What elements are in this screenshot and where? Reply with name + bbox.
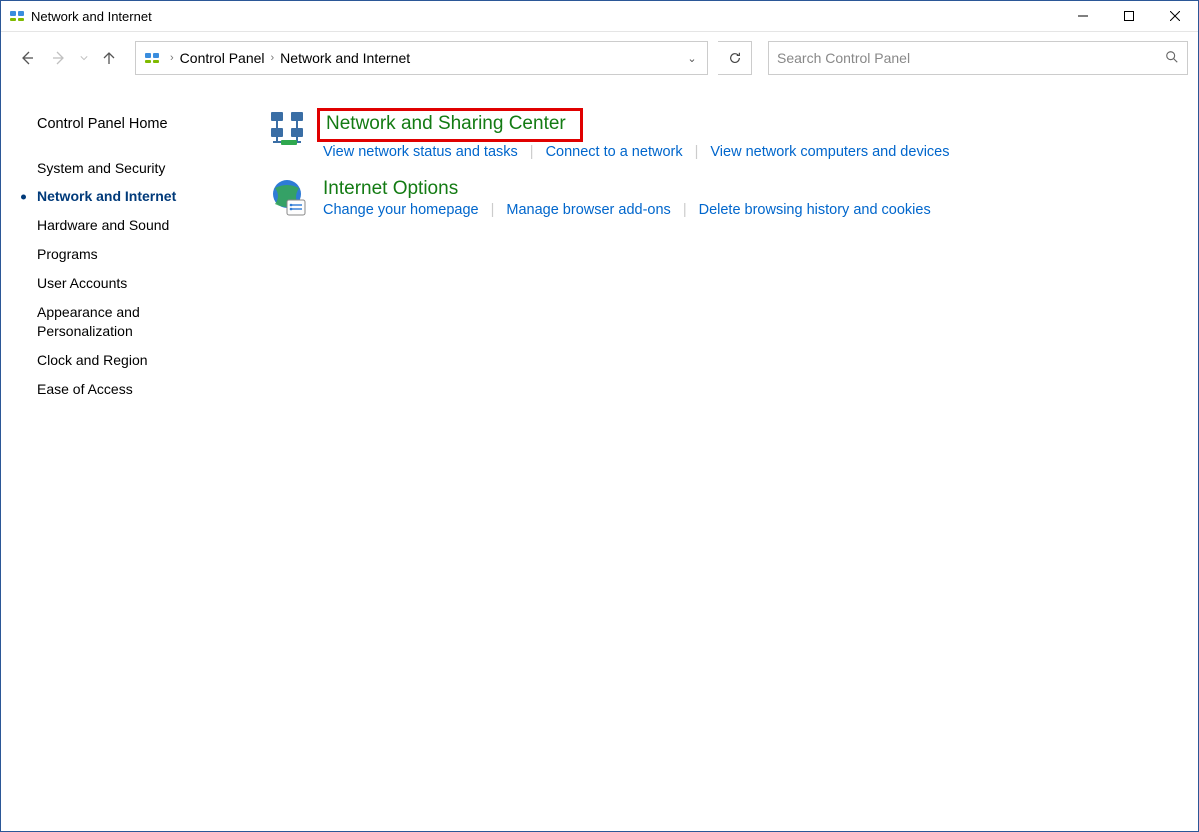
category-tasks: Change your homepage | Manage browser ad… — [323, 202, 1178, 218]
category-body: Internet Options Change your homepage | … — [323, 178, 1178, 218]
category-title-internet-options[interactable]: Internet Options — [323, 178, 458, 200]
control-panel-icon — [144, 50, 160, 66]
window-controls — [1060, 1, 1198, 32]
task-separator: | — [695, 144, 699, 160]
sidebar-item-label: Ease of Access — [37, 380, 133, 399]
sidebar-item-clock-region[interactable]: Clock and Region — [1, 346, 249, 375]
sidebar-item-label: Programs — [37, 245, 98, 264]
control-panel-icon — [9, 8, 25, 24]
sidebar-item-label: System and Security — [37, 159, 165, 178]
sidebar-item-hardware-sound[interactable]: Hardware and Sound — [1, 211, 249, 240]
chevron-right-icon: › — [271, 52, 275, 64]
content-pane: Network and Sharing Center View network … — [249, 84, 1198, 831]
sidebar-item-appearance[interactable]: Appearance and Personalization — [1, 298, 249, 346]
task-link[interactable]: Change your homepage — [323, 202, 479, 218]
sidebar-item-system-security[interactable]: System and Security — [1, 154, 249, 183]
sidebar-item-ease-access[interactable]: Ease of Access — [1, 375, 249, 404]
network-sharing-icon — [269, 108, 309, 148]
category-network-sharing: Network and Sharing Center View network … — [269, 108, 1178, 160]
task-link[interactable]: View network status and tasks — [323, 144, 518, 160]
task-link[interactable]: View network computers and devices — [710, 144, 949, 160]
sidebar-item-label: Clock and Region — [37, 351, 148, 370]
close-button[interactable] — [1152, 1, 1198, 32]
sidebar-item-label: User Accounts — [37, 274, 127, 293]
task-separator: | — [530, 144, 534, 160]
search-input[interactable] — [777, 50, 1165, 66]
minimize-button[interactable] — [1060, 1, 1106, 32]
address-history-dropdown[interactable]: ⌄ — [677, 52, 707, 65]
recent-locations-button[interactable] — [77, 44, 91, 72]
nav-forward-button[interactable] — [45, 44, 73, 72]
sidebar-home-label: Control Panel Home — [37, 115, 168, 135]
search-box[interactable] — [768, 41, 1188, 75]
category-internet-options: Internet Options Change your homepage | … — [269, 178, 1178, 218]
task-separator: | — [491, 202, 495, 218]
sidebar-item-label: Appearance and Personalization — [37, 303, 239, 341]
address-bar[interactable]: › Control Panel › Network and Internet ⌄ — [135, 41, 708, 75]
window-title: Network and Internet — [31, 9, 152, 24]
search-icon[interactable] — [1165, 50, 1179, 67]
sidebar: Control Panel Home System and Security N… — [1, 84, 249, 831]
category-title-network-sharing[interactable]: Network and Sharing Center — [317, 108, 583, 142]
breadcrumb-root[interactable]: Control Panel — [180, 50, 265, 66]
internet-options-icon — [269, 178, 309, 218]
main-area: Control Panel Home System and Security N… — [1, 84, 1198, 831]
task-link[interactable]: Delete browsing history and cookies — [699, 202, 931, 218]
category-tasks: View network status and tasks | Connect … — [323, 144, 1178, 160]
task-separator: | — [683, 202, 687, 218]
category-body: Network and Sharing Center View network … — [323, 108, 1178, 160]
toolbar: › Control Panel › Network and Internet ⌄ — [1, 32, 1198, 84]
window-titlebar: Network and Internet — [1, 1, 1198, 32]
sidebar-item-label: Hardware and Sound — [37, 216, 169, 235]
sidebar-item-label: Network and Internet — [37, 187, 176, 206]
refresh-button[interactable] — [718, 41, 752, 75]
chevron-right-icon: › — [170, 52, 174, 64]
task-link[interactable]: Connect to a network — [546, 144, 683, 160]
nav-back-button[interactable] — [13, 44, 41, 72]
sidebar-home[interactable]: Control Panel Home — [1, 110, 249, 140]
breadcrumb-current[interactable]: Network and Internet — [280, 50, 410, 66]
nav-up-button[interactable] — [95, 44, 123, 72]
maximize-button[interactable] — [1106, 1, 1152, 32]
sidebar-item-network-internet[interactable]: Network and Internet — [1, 182, 249, 211]
sidebar-item-user-accounts[interactable]: User Accounts — [1, 269, 249, 298]
task-link[interactable]: Manage browser add-ons — [506, 202, 670, 218]
sidebar-item-programs[interactable]: Programs — [1, 240, 249, 269]
